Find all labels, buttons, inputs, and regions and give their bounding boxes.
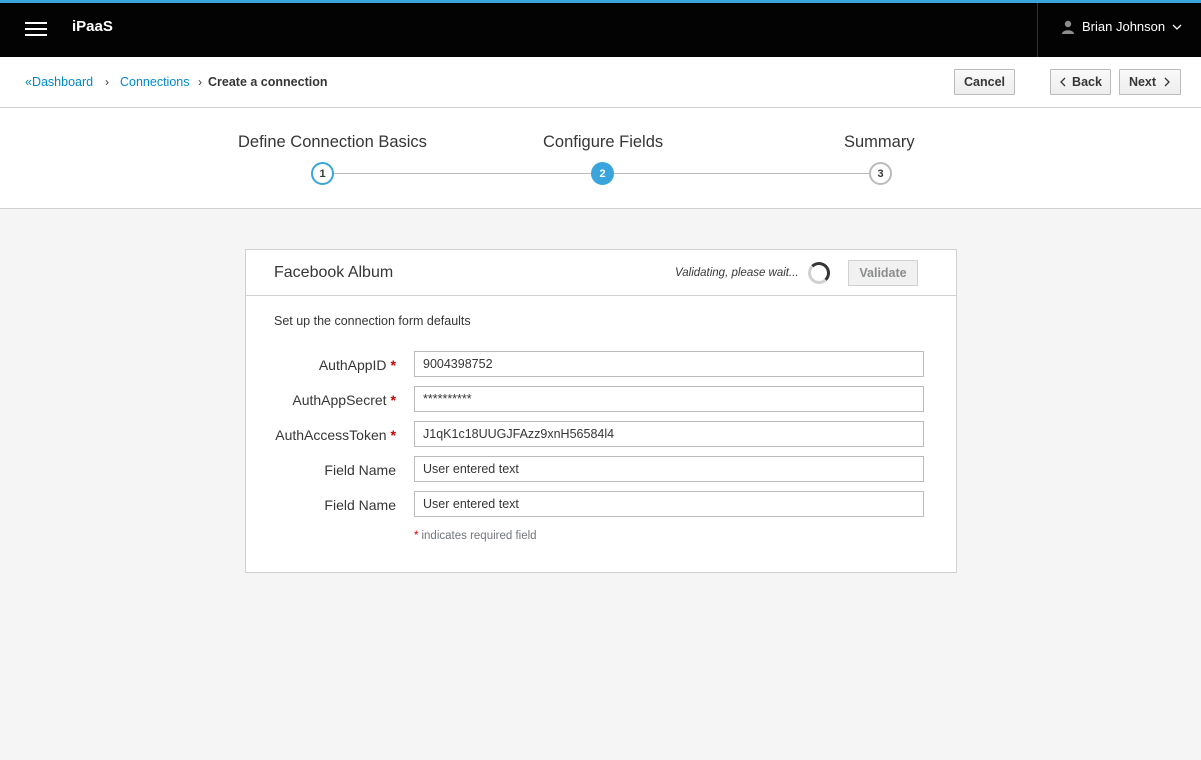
step-title-define-basics[interactable]: Define Connection Basics	[238, 133, 427, 152]
hamburger-menu-icon[interactable]	[25, 22, 47, 38]
validate-button[interactable]: Validate	[848, 260, 918, 286]
breadcrumb-dashboard[interactable]: «Dashboard	[25, 75, 93, 89]
chevron-down-icon	[1172, 24, 1182, 30]
next-button[interactable]: Next	[1119, 69, 1181, 95]
field-name-input[interactable]	[414, 456, 924, 482]
card-header: Facebook Album Validating, please wait..…	[246, 250, 956, 296]
field-label-field-name: Field Name	[324, 462, 396, 478]
required-field-note: * indicates required field	[414, 530, 537, 542]
top-navbar: iPaaS Brian Johnson	[0, 0, 1201, 57]
authappid-input[interactable]	[414, 351, 924, 377]
wizard-steps: Define Connection Basics 1 Configure Fie…	[0, 108, 1201, 209]
step-marker-1[interactable]: 1	[311, 162, 334, 185]
field-name-input[interactable]	[414, 491, 924, 517]
step-title-configure-fields[interactable]: Configure Fields	[543, 133, 663, 152]
step-marker-2[interactable]: 2	[591, 162, 614, 185]
chevron-right-icon: ›	[198, 75, 202, 89]
step-connector	[613, 173, 870, 174]
user-menu[interactable]: Brian Johnson	[1037, 3, 1201, 57]
form-description: Set up the connection form defaults	[274, 314, 471, 328]
authappsecret-input[interactable]	[414, 386, 924, 412]
field-label-authappsecret: AuthAppSecret *	[292, 392, 396, 408]
app-brand[interactable]: iPaaS	[72, 18, 113, 35]
chevron-right-icon	[1164, 77, 1170, 87]
field-label-authappid: AuthAppID *	[318, 357, 396, 373]
field-label-field-name: Field Name	[324, 497, 396, 513]
authaccesstoken-input[interactable]	[414, 421, 924, 447]
chevron-left-icon	[1060, 77, 1066, 87]
connection-form-card: Facebook Album Validating, please wait..…	[245, 249, 957, 573]
back-button[interactable]: Back	[1050, 69, 1111, 95]
validation-status: Validating, please wait...	[675, 267, 799, 279]
double-chevron-left-icon: «	[25, 75, 32, 89]
step-connector	[333, 173, 592, 174]
field-label-authaccesstoken: AuthAccessToken *	[275, 427, 396, 443]
required-marker: *	[390, 392, 396, 408]
user-name: Brian Johnson	[1082, 19, 1166, 34]
action-bar: «Dashboard › Connections › Create a conn…	[0, 57, 1201, 108]
breadcrumb-connections[interactable]: Connections	[120, 75, 190, 89]
step-title-summary: Summary	[844, 133, 915, 151]
spinner-icon	[808, 262, 830, 284]
required-marker: *	[390, 427, 396, 443]
user-icon	[1062, 20, 1074, 34]
cancel-button[interactable]: Cancel	[954, 69, 1015, 95]
required-marker: *	[390, 357, 396, 373]
breadcrumb-current: Create a connection	[208, 75, 328, 89]
step-marker-3: 3	[869, 162, 892, 185]
chevron-right-icon: ›	[105, 75, 109, 89]
card-title: Facebook Album	[274, 264, 394, 281]
